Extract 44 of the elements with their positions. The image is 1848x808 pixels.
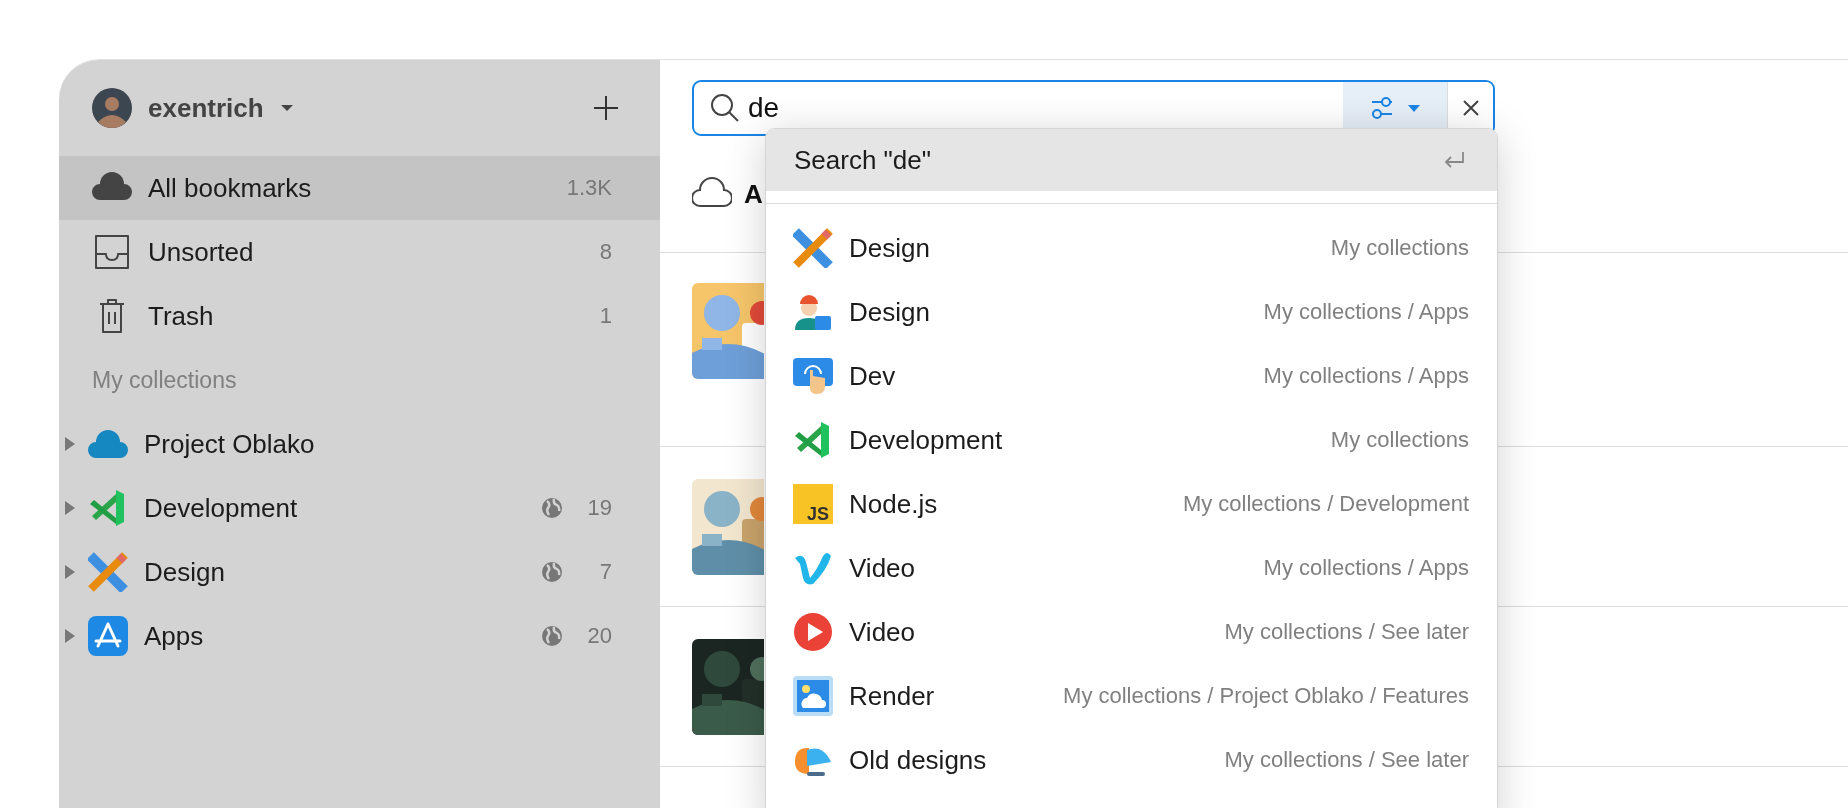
image-icon bbox=[793, 676, 833, 716]
page-title: A bbox=[744, 178, 763, 210]
avatar[interactable] bbox=[92, 88, 132, 128]
suggestion-item[interactable]: Video My collections / See later bbox=[766, 600, 1497, 664]
suggestion-item[interactable]: Development My collections bbox=[766, 408, 1497, 472]
globe-icon bbox=[540, 496, 564, 520]
collection-item[interactable]: Apps 20 bbox=[59, 604, 660, 668]
sidebar-item[interactable]: Unsorted 8 bbox=[59, 220, 660, 284]
expand-arrow-icon bbox=[64, 436, 76, 452]
caret-icon bbox=[279, 104, 294, 112]
expand-arrow-icon bbox=[64, 564, 76, 580]
app-store-icon bbox=[88, 616, 128, 656]
sidebar-item[interactable]: Trash 1 bbox=[59, 284, 660, 348]
suggestion-item[interactable]: JS Node.js My collections / Development bbox=[766, 472, 1497, 536]
account-name[interactable]: exentrich bbox=[148, 92, 264, 124]
collection-item[interactable]: Development 19 bbox=[59, 476, 660, 540]
suggestion-item[interactable]: Old designs My collections / See later bbox=[766, 728, 1497, 792]
plus-icon bbox=[592, 94, 620, 122]
sidebar-item[interactable]: All bookmarks 1.3K bbox=[59, 156, 660, 220]
close-icon bbox=[1462, 100, 1479, 116]
caret-icon bbox=[1408, 104, 1420, 112]
play-icon bbox=[793, 612, 833, 652]
add-button[interactable] bbox=[592, 94, 620, 122]
enter-key-icon bbox=[1443, 151, 1465, 169]
suggestion-item[interactable]: Design My collections / Apps bbox=[766, 280, 1497, 344]
globe-icon bbox=[540, 624, 564, 648]
expand-arrow-icon bbox=[64, 500, 76, 516]
section-heading: My collections bbox=[91, 365, 238, 395]
logo-text: JS bbox=[806, 504, 829, 524]
suggestion-item[interactable]: Render My collections / Project Oblako / Features bbox=[766, 664, 1497, 728]
collection-item[interactable]: Design 7 bbox=[59, 540, 660, 604]
suggestion-item[interactable]: Dev My collections / Apps bbox=[766, 344, 1497, 408]
globe-icon bbox=[540, 560, 564, 584]
worker-icon bbox=[793, 292, 833, 332]
inbox-icon bbox=[92, 232, 132, 272]
expand-arrow-icon bbox=[64, 628, 76, 644]
touch-screen-icon bbox=[793, 356, 833, 396]
sliders-icon bbox=[1370, 97, 1394, 119]
search-icon bbox=[710, 93, 740, 123]
suggestion-item[interactable]: Design My collections bbox=[766, 216, 1497, 280]
search-suggestion[interactable]: Search "de" bbox=[766, 129, 1497, 203]
collection-item[interactable]: Project Oblako bbox=[59, 412, 660, 476]
account-dropdown[interactable] bbox=[279, 104, 294, 112]
suggestion-item[interactable]: Video My collections / Apps bbox=[766, 536, 1497, 600]
